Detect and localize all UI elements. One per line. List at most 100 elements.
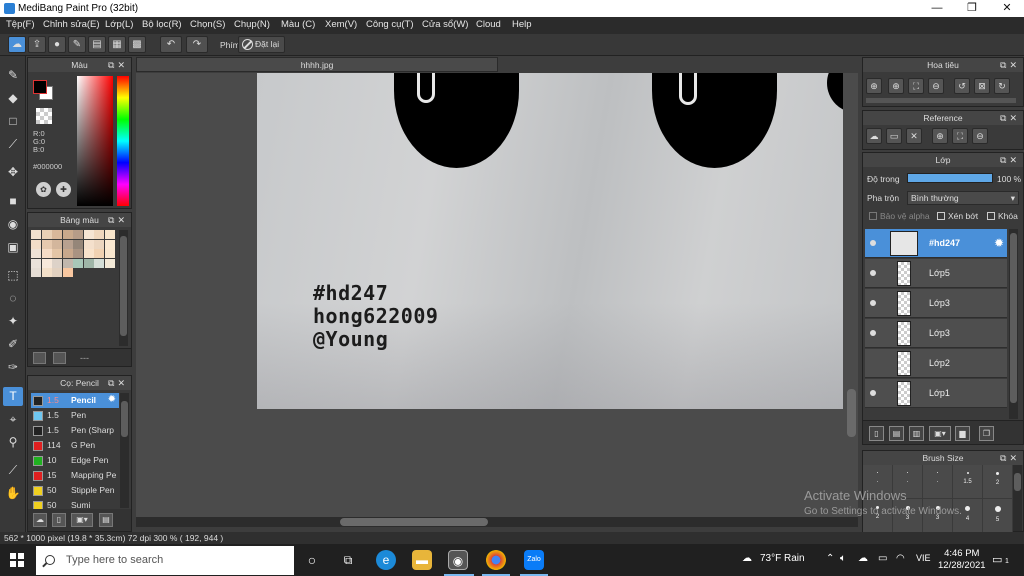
select-pen-tool-icon[interactable]: ✐	[3, 335, 23, 354]
zoom-in-icon[interactable]: ⊕	[866, 78, 882, 94]
taskbar-search-box[interactable]: Type here to search	[36, 546, 294, 575]
palette-swatch[interactable]	[41, 239, 52, 249]
fill-rect-tool-icon[interactable]: ■	[3, 192, 23, 211]
menu-file[interactable]: Tệp(F)	[6, 19, 35, 30]
cortana-icon[interactable]: ○	[302, 550, 322, 570]
speaker-icon[interactable]: 🔈︎	[840, 553, 846, 564]
palette-swatch[interactable]	[104, 249, 115, 258]
rectangle-tool-icon[interactable]: □	[3, 112, 23, 131]
move-tool-icon[interactable]: ✥	[3, 163, 23, 182]
reference-fit-icon[interactable]: ⛶	[952, 128, 968, 144]
palette-swatch[interactable]	[62, 230, 73, 239]
visibility-eye-icon[interactable]	[870, 330, 876, 336]
page-list-icon[interactable]: ▦	[108, 36, 126, 53]
palette-swatch[interactable]	[31, 249, 41, 258]
palette-swatch[interactable]	[83, 230, 94, 239]
palette-swatch[interactable]	[73, 239, 83, 249]
panel-float-close-icons[interactable]: ⧉✕	[108, 376, 128, 390]
operation-tool-icon[interactable]: ⌖	[3, 410, 23, 429]
palette-swatch[interactable]	[62, 268, 73, 277]
menu-edit[interactable]: Chỉnh sửa(E)	[43, 19, 100, 30]
navigator-zoom-slider[interactable]	[866, 98, 1016, 103]
windows-start-icon[interactable]	[10, 553, 24, 567]
gear-icon[interactable]: ✹	[108, 394, 116, 405]
palette-swatch[interactable]	[62, 239, 73, 249]
layer-row[interactable]: #hd247 ✹	[865, 229, 1007, 258]
close-button[interactable]: ✕	[990, 0, 1024, 17]
add-layer-menu-icon[interactable]: ▣▾	[929, 426, 951, 441]
select-rect-tool-icon[interactable]: ⬚	[3, 266, 23, 285]
palette-swatch[interactable]	[94, 249, 104, 258]
share-icon[interactable]: ⇪	[28, 36, 46, 53]
palette-swatch[interactable]	[41, 258, 52, 268]
palette-swatch[interactable]	[94, 230, 104, 239]
layer-row[interactable]: Lớp1	[865, 379, 1007, 408]
menu-select[interactable]: Chọn(S)	[190, 19, 225, 30]
redo-icon[interactable]: ↷	[186, 36, 208, 53]
saturation-value-picker[interactable]	[77, 76, 113, 206]
file-explorer-icon[interactable]: ▬	[412, 550, 432, 570]
visibility-eye-icon[interactable]	[870, 300, 876, 306]
palette-swatch[interactable]	[31, 230, 41, 239]
select-eraser-tool-icon[interactable]: ✑	[3, 358, 23, 377]
brush-scroll-thumb[interactable]	[121, 401, 128, 437]
text-tool-icon[interactable]: T	[3, 387, 23, 406]
bucket-tool-icon[interactable]: ◉	[3, 215, 23, 234]
gradient-tool-icon[interactable]: ▣	[3, 238, 23, 257]
brush-list-item[interactable]: 1.5 Pencil ✹	[31, 393, 119, 408]
layer-row[interactable]: Lớp5	[865, 259, 1007, 288]
brush-tool-icon[interactable]: ✎	[3, 66, 23, 85]
palette-swatch[interactable]	[94, 258, 104, 268]
palette-scroll-thumb[interactable]	[120, 236, 127, 336]
palette-swatch[interactable]	[31, 258, 41, 268]
canvas-vertical-scrollbar[interactable]	[845, 73, 858, 517]
palette-swatch[interactable]	[31, 268, 41, 277]
brush-list-item[interactable]: 50 Stipple Pen	[31, 483, 119, 498]
palette-swatch[interactable]	[41, 230, 52, 239]
palette-swatch[interactable]	[52, 249, 62, 258]
palette-swatch[interactable]	[41, 268, 52, 277]
minimize-button[interactable]: —	[920, 0, 954, 17]
color-wheel-icon[interactable]: ✿	[36, 182, 51, 197]
opacity-slider[interactable]	[907, 173, 993, 183]
rotate-right-icon[interactable]: ↻	[994, 78, 1010, 94]
eraser-tool-icon[interactable]: ◆	[3, 89, 23, 108]
cloud-icon[interactable]: ☁	[8, 36, 26, 53]
undo-icon[interactable]: ↶	[160, 36, 182, 53]
canvas-hscroll-thumb[interactable]	[340, 518, 488, 526]
palette-swatch[interactable]	[104, 258, 115, 268]
palette-swatch[interactable]	[104, 230, 115, 239]
palette-swatch[interactable]	[83, 239, 94, 249]
canvas-vscroll-thumb[interactable]	[847, 389, 856, 437]
menu-filter[interactable]: Bộ lọc(R)	[142, 19, 182, 30]
canvas-image[interactable]: #hd247 hong622009 @Young	[257, 73, 843, 409]
brush-size-scroll-thumb[interactable]	[1014, 473, 1021, 491]
palette-swatch[interactable]	[104, 239, 115, 249]
transparent-color-swatch[interactable]	[36, 108, 52, 124]
palette-swatch[interactable]	[52, 239, 62, 249]
panel-float-close-icons[interactable]: ⧉✕	[1000, 111, 1020, 125]
palette-swatch[interactable]	[62, 249, 73, 258]
comment-edit-icon[interactable]: ✎	[68, 36, 86, 53]
panel-float-close-icons[interactable]: ⧉✕	[1000, 58, 1020, 72]
palette-swatch[interactable]	[83, 258, 94, 268]
new-palette-icon[interactable]	[33, 352, 46, 364]
brush-scrollbar[interactable]	[120, 393, 129, 508]
brush-size-cell[interactable]: 2	[983, 465, 1013, 499]
menu-tools[interactable]: Công cụ(T)	[366, 19, 414, 30]
cloud-sync-icon[interactable]: ☁	[858, 553, 868, 564]
panel-float-close-icons[interactable]: ⧉✕	[1000, 451, 1020, 465]
lock-checkbox[interactable]: Khóa	[987, 211, 1018, 221]
zalo-app-icon[interactable]: Zalo	[524, 550, 544, 570]
magic-wand-tool-icon[interactable]: ✦	[3, 312, 23, 331]
panel-float-close-icons[interactable]: ⧉✕	[1000, 153, 1020, 167]
grid-icon[interactable]: ▩	[128, 36, 146, 53]
color-add-icon[interactable]: ✚	[56, 182, 71, 197]
rotate-left-icon[interactable]: ↺	[954, 78, 970, 94]
medibang-app-icon[interactable]: ◉	[448, 550, 468, 570]
palette-swatch[interactable]	[94, 239, 104, 249]
brush-list-item[interactable]: 1.5 Pen	[31, 408, 119, 423]
chevron-up-icon[interactable]: ⌃	[826, 553, 834, 564]
layer-scroll-thumb[interactable]	[1010, 233, 1017, 403]
line-tool-icon[interactable]: ⟋	[3, 135, 23, 154]
